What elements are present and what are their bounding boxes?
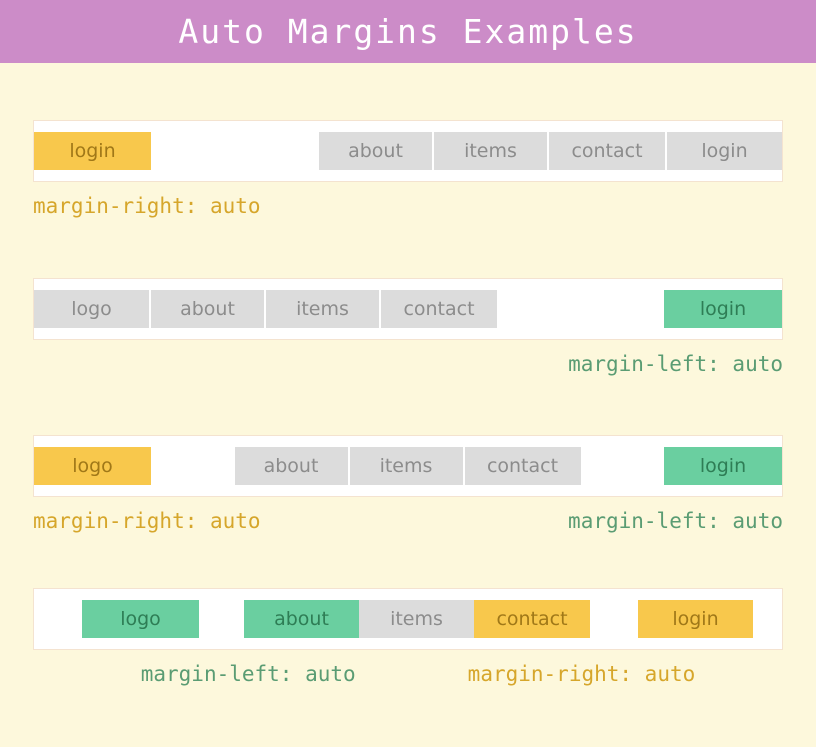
- caption-margin-right-auto: margin-right: auto: [33, 509, 261, 534]
- caption-margin-left-auto: margin-left: auto: [140, 662, 356, 687]
- caption-margin-right-auto: margin-right: auto: [467, 662, 696, 687]
- nav-item-about[interactable]: about: [244, 600, 359, 639]
- navbar-1: login about items contact login: [33, 120, 783, 182]
- example-4: logo about items contact login margin-le…: [33, 533, 783, 686]
- captions-1: margin-right: auto: [33, 182, 783, 218]
- nav-item-items[interactable]: items: [434, 132, 547, 170]
- nav-item-about[interactable]: about: [151, 290, 264, 329]
- captions-3: margin-right: auto margin-left: auto: [33, 497, 783, 533]
- page-header: Auto Margins Examples: [0, 0, 816, 63]
- nav-item-items[interactable]: items: [266, 290, 379, 329]
- captions-2: margin-left: auto: [33, 340, 783, 376]
- navbar-2: logo about items contact login: [33, 278, 783, 341]
- navbar-3: logo about items contact login: [33, 435, 783, 498]
- caption-margin-left-auto: margin-left: auto: [568, 352, 783, 377]
- nav-group-center: about items contact: [244, 600, 590, 639]
- nav-item-logo[interactable]: logo: [34, 290, 149, 329]
- nav-group-center: about items contact: [234, 447, 581, 486]
- navbar-4: logo about items contact login: [33, 588, 783, 651]
- nav-item-logo[interactable]: logo: [82, 600, 199, 639]
- captions-4: margin-left: auto margin-right: auto: [33, 650, 783, 686]
- nav-item-items[interactable]: items: [349, 447, 463, 486]
- nav-item-about[interactable]: about: [234, 447, 348, 486]
- nav-item-contact[interactable]: contact: [464, 447, 581, 486]
- nav-item-items[interactable]: items: [359, 600, 474, 639]
- nav-item-about[interactable]: about: [319, 132, 432, 170]
- nav-item-login-right[interactable]: login: [664, 447, 782, 486]
- caption-margin-right-auto: margin-right: auto: [33, 194, 261, 218]
- nav-item-login-left[interactable]: login: [34, 132, 151, 170]
- nav-group-left: logo about items contact: [34, 290, 497, 329]
- nav-item-contact[interactable]: contact: [549, 132, 665, 170]
- page-title: Auto Margins Examples: [178, 12, 638, 51]
- nav-item-logo-left[interactable]: logo: [34, 447, 151, 486]
- nav-item-contact[interactable]: contact: [474, 600, 590, 639]
- example-3: logo about items contact login margin-ri…: [33, 376, 783, 533]
- examples-container: login about items contact login margin-r…: [0, 63, 816, 687]
- nav-item-login-right[interactable]: login: [664, 290, 782, 329]
- nav-group-right: about items contact login: [319, 132, 782, 170]
- example-2: logo about items contact login margin-le…: [33, 218, 783, 376]
- nav-item-login[interactable]: login: [667, 132, 782, 170]
- example-1: login about items contact login margin-r…: [33, 63, 783, 218]
- nav-item-login[interactable]: login: [638, 600, 753, 639]
- caption-margin-left-auto: margin-left: auto: [568, 509, 783, 534]
- nav-item-contact[interactable]: contact: [381, 290, 497, 329]
